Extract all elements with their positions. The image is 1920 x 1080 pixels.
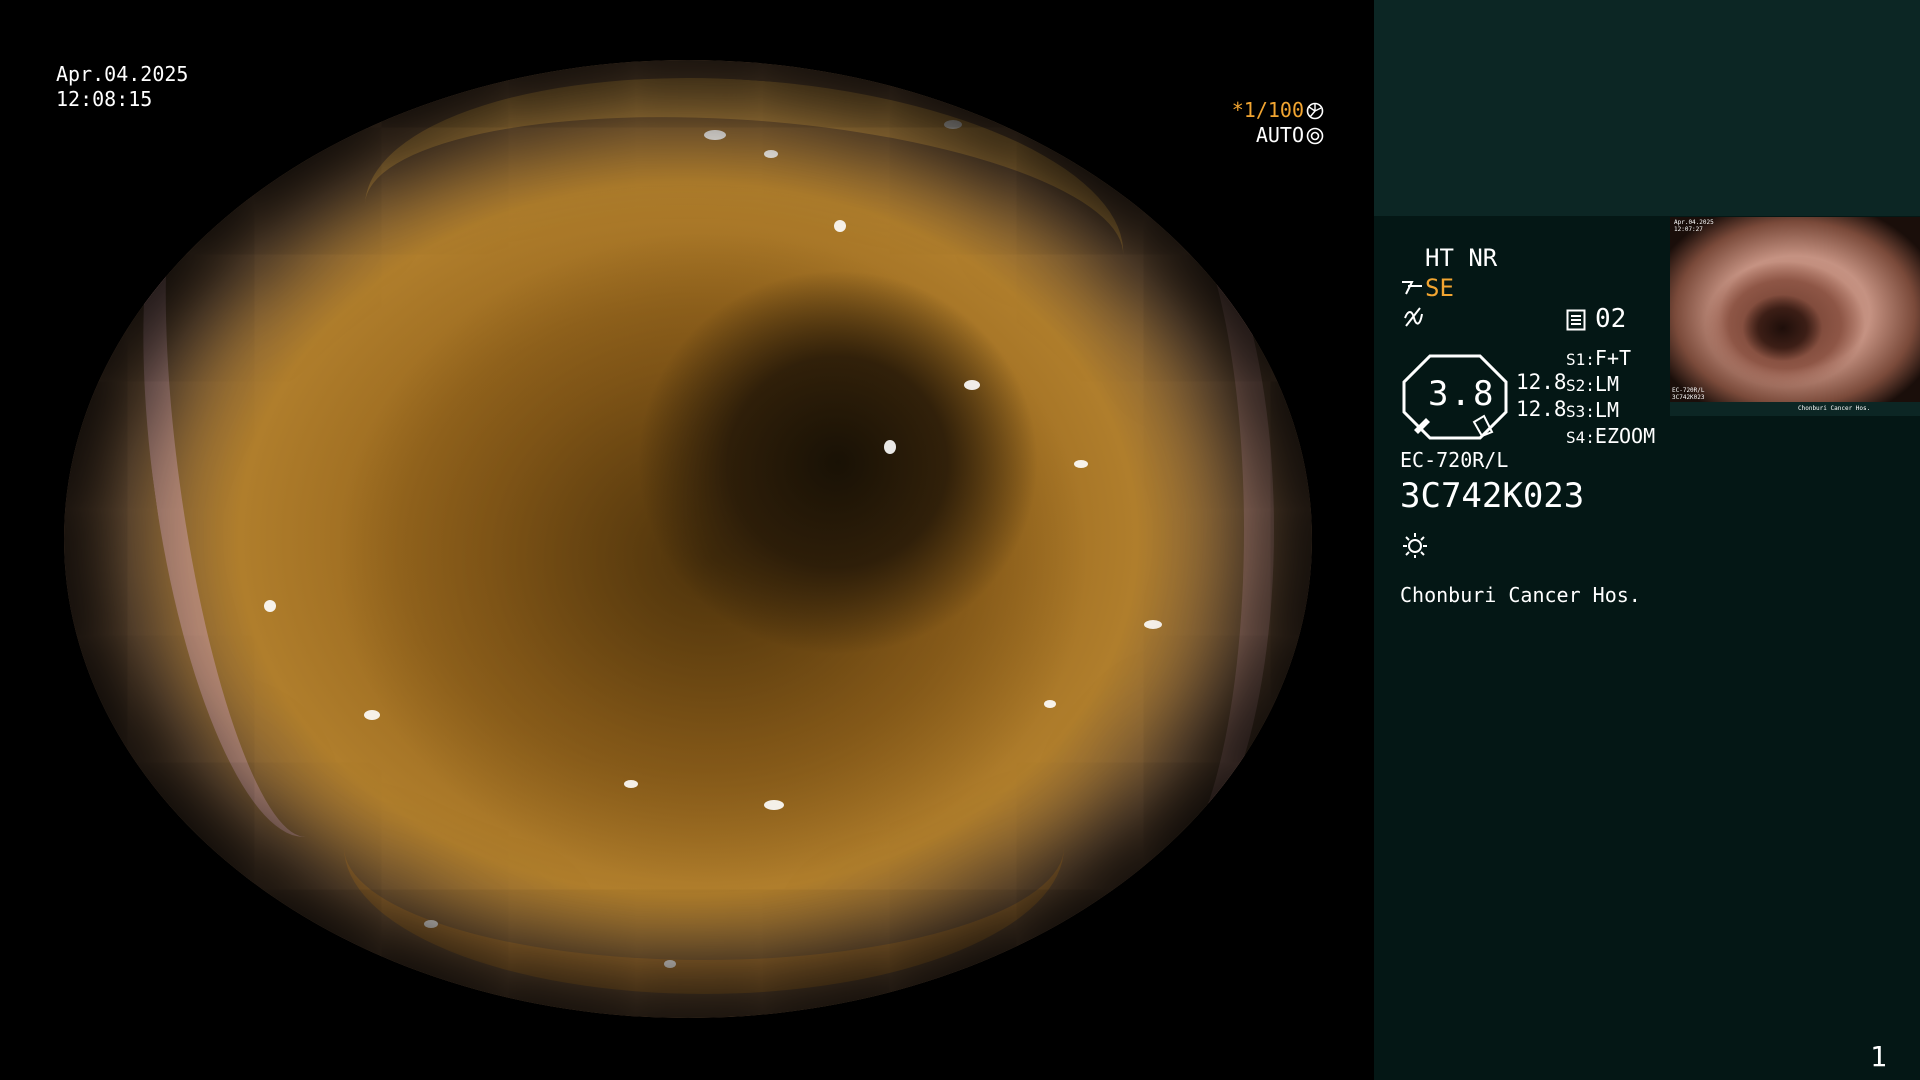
switch-item: S1:F+T (1566, 346, 1655, 372)
switch-value: EZOOM (1594, 424, 1656, 448)
switch-key: S1: (1566, 350, 1595, 369)
thumb-time: 12:07:27 (1674, 226, 1703, 233)
shutter-icon (1306, 102, 1324, 120)
switch-value: LM (1594, 372, 1619, 396)
switch-item: S3:LM (1566, 398, 1655, 424)
time-text: 12:08:15 (56, 87, 153, 111)
thumbnail-status-strip: Chonburi Cancer Hos. (1670, 402, 1920, 416)
switch-key: S3: (1566, 402, 1595, 421)
switch-value: F+T (1594, 346, 1632, 370)
endoscope-view: Apr.04.2025 12:08:15 *1/100 AUTO (0, 0, 1374, 1080)
switch-item: S2:LM (1566, 372, 1655, 398)
brightness-icon (1403, 533, 1427, 558)
switch-key: S2: (1566, 376, 1595, 395)
scope-serial: 3C742K023 (1400, 476, 1585, 516)
thumb-hospital: Chonburi Cancer Hos. (1798, 405, 1871, 412)
record-icon (1566, 309, 1586, 331)
hospital-name: Chonburi Cancer Hos. (1400, 583, 1641, 607)
date-time: Apr.04.2025 12:08:15 (56, 62, 188, 112)
switch-list: S1:F+T S2:LM S3:LM S4:EZOOM (1566, 346, 1655, 450)
previous-capture-thumbnail[interactable]: Apr.04.2025 12:07:27 EC-720R/L 3C742K023 (1670, 217, 1920, 402)
zoom-value: 3.8 (1428, 374, 1496, 414)
structure-enhance-icon (1402, 281, 1422, 295)
page-number: 1 (1870, 1040, 1887, 1073)
thumb-date: Apr.04.2025 (1674, 219, 1714, 226)
iris-icon (1306, 127, 1324, 145)
endoscopic-image (64, 60, 1312, 1018)
processing-mode: HT NR (1425, 244, 1498, 272)
iris-mode: AUTO (1255, 123, 1304, 147)
info-panel (1374, 0, 1920, 1080)
record-count: 02 (1595, 304, 1627, 334)
scope-model: EC-720R/L (1400, 448, 1509, 472)
thumb-serial: 3C742K023 (1672, 394, 1705, 401)
shutter-speed: *1/100 (1231, 98, 1304, 122)
freeze-icon (1404, 307, 1423, 327)
gauge-sub-value: 12.8 (1516, 370, 1567, 394)
switch-value: LM (1594, 398, 1619, 422)
switch-key: S4: (1566, 428, 1595, 447)
date-text: Apr.04.2025 (56, 62, 189, 86)
gauge-sub-value: 12.8 (1516, 397, 1567, 421)
exposure-readout: *1/100 AUTO (1232, 98, 1324, 148)
switch-item: S4:EZOOM (1566, 424, 1655, 450)
image-vignette (64, 60, 1312, 1018)
info-header-block (1374, 0, 1920, 216)
thumb-model: EC-720R/L (1672, 387, 1705, 394)
enhance-mode: SE (1425, 274, 1454, 302)
